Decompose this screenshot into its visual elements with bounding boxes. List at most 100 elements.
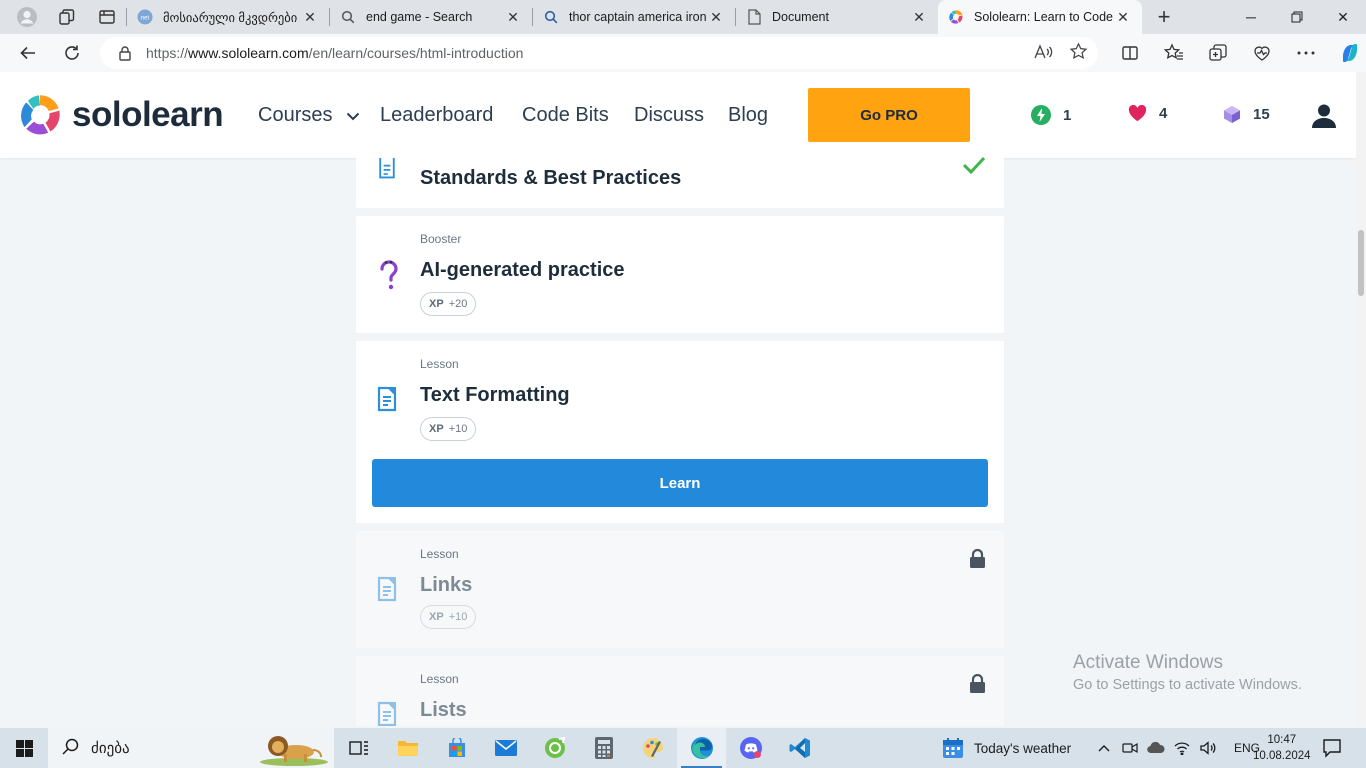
tab-thor-search[interactable]: thor captain america iron ✕ — [533, 0, 735, 34]
lesson-card-standards[interactable]: Standards & Best Practices — [356, 156, 1004, 208]
tab-title: Document — [772, 10, 829, 24]
logo-text: sololearn — [72, 95, 224, 134]
performance-icon[interactable] — [1240, 34, 1284, 72]
workspaces-icon[interactable] — [48, 0, 86, 34]
streak-counter[interactable]: 1 — [1031, 105, 1071, 125]
bits-cube-icon — [1223, 105, 1241, 124]
bits-counter[interactable]: 15 — [1223, 105, 1270, 124]
chevron-up-icon[interactable] — [1094, 744, 1114, 752]
lesson-card-lists[interactable]: Lesson Lists — [356, 656, 1004, 726]
more-menu-icon[interactable] — [1284, 34, 1328, 72]
sololearn-logo[interactable]: sololearn — [18, 93, 224, 137]
nav-leaderboard[interactable]: Leaderboard — [380, 104, 493, 127]
favorites-icon[interactable] — [1152, 34, 1196, 72]
lesson-card-ai-practice[interactable]: Booster AI-generated practice XP +20 — [356, 216, 1004, 333]
volume-icon[interactable] — [1198, 741, 1218, 755]
edge-browser-icon[interactable] — [677, 728, 726, 768]
tab-walking-dead[interactable]: net მოსიარული მკვდრები ✕ — [127, 0, 329, 34]
tab-actions-icon[interactable] — [88, 0, 126, 34]
tab-close-icon[interactable]: ✕ — [910, 9, 928, 26]
url-path: /en/learn/courses/html-introduction — [308, 45, 524, 61]
lesson-title: Lists — [420, 699, 467, 721]
tab-sololearn[interactable]: Sololearn: Learn to Code ✕ — [938, 0, 1142, 34]
tab-title: end game - Search — [366, 10, 473, 24]
tab-close-icon[interactable]: ✕ — [301, 9, 319, 26]
copilot-icon[interactable] — [1328, 34, 1366, 72]
microsoft-store-icon[interactable] — [432, 728, 481, 768]
lock-icon — [969, 548, 986, 573]
notifications-icon[interactable] — [1322, 738, 1342, 763]
address-bar-row: https://www.sololearn.com/en/learn/cours… — [0, 34, 1366, 72]
split-screen-icon[interactable] — [1108, 34, 1152, 72]
lesson-kind: Lesson — [420, 357, 459, 371]
activate-windows-watermark: Activate Windows Go to Settings to activ… — [1073, 652, 1302, 693]
tab-end-game-search[interactable]: end game - Search ✕ — [330, 0, 532, 34]
refresh-icon[interactable] — [50, 34, 94, 72]
meet-now-icon[interactable] — [1120, 741, 1140, 755]
url-prefix: https:// — [146, 45, 189, 61]
calculator-icon[interactable] — [579, 728, 628, 768]
back-icon[interactable] — [6, 34, 50, 72]
xp-label: XP — [429, 611, 444, 623]
nav-blog[interactable]: Blog — [728, 104, 768, 127]
sololearn-favicon-icon — [948, 9, 964, 25]
tab-close-icon[interactable]: ✕ — [504, 9, 522, 26]
chevron-down-icon — [346, 104, 360, 127]
minimize-icon[interactable]: ─ — [1228, 0, 1274, 34]
vscode-icon[interactable] — [775, 728, 824, 768]
close-window-icon[interactable]: ✕ — [1320, 0, 1366, 34]
lesson-title: Text Formatting — [420, 384, 570, 406]
mail-icon[interactable] — [481, 728, 530, 768]
xp-badge: XP +20 — [420, 292, 477, 316]
user-avatar-icon[interactable] — [1310, 103, 1338, 134]
taskbar-search-box[interactable]: ძიება — [48, 728, 334, 768]
new-tab-icon[interactable]: + — [1142, 0, 1186, 34]
bits-count: 15 — [1253, 106, 1270, 123]
search-icon — [62, 738, 79, 759]
completed-check-icon — [962, 156, 986, 179]
nav-discuss[interactable]: Discuss — [634, 104, 704, 127]
url-field[interactable]: https://www.sololearn.com/en/learn/cours… — [100, 37, 1098, 69]
scrollbar-thumb[interactable] — [1358, 230, 1364, 296]
windows-start-icon[interactable] — [0, 728, 48, 768]
favorite-star-icon[interactable] — [1069, 42, 1088, 64]
hearts-counter[interactable]: 4 — [1128, 105, 1167, 122]
collections-icon[interactable] — [1196, 34, 1240, 72]
onedrive-cloud-icon[interactable] — [1146, 742, 1166, 754]
file-explorer-icon[interactable] — [383, 728, 432, 768]
page-scrollbar[interactable] — [1356, 72, 1366, 726]
wifi-icon[interactable] — [1172, 741, 1192, 755]
paint-icon[interactable] — [628, 728, 677, 768]
weather-widget[interactable]: Today's weather — [942, 728, 1071, 768]
clock-time: 10:47 — [1267, 734, 1297, 746]
discord-app-icon[interactable] — [726, 728, 775, 768]
lesson-document-icon — [376, 576, 398, 607]
nav-courses-label: Courses — [258, 104, 333, 126]
learn-button[interactable]: Learn — [372, 459, 988, 507]
tab-title: Sololearn: Learn to Code — [974, 10, 1113, 24]
streak-count: 1 — [1063, 106, 1072, 124]
tab-title: thor captain america iron — [569, 10, 707, 24]
profile-icon[interactable] — [8, 0, 46, 34]
tab-close-icon[interactable]: ✕ — [1114, 9, 1132, 26]
task-view-icon[interactable] — [334, 728, 383, 768]
restore-icon[interactable] — [1274, 0, 1320, 34]
go-pro-button[interactable]: Go PRO — [808, 88, 970, 142]
weather-label: Today's weather — [974, 740, 1072, 756]
search-placeholder: ძიება — [91, 740, 130, 757]
read-aloud-icon[interactable] — [1033, 43, 1053, 64]
clock[interactable]: 10:47 10.08.2024 — [1253, 732, 1311, 764]
lesson-title: Standards & Best Practices — [420, 167, 682, 189]
lesson-card-links[interactable]: Lesson Links XP +10 — [356, 531, 1004, 648]
clock-date: 10.08.2024 — [1253, 750, 1311, 762]
lock-icon[interactable] — [118, 45, 132, 61]
xp-badge: XP +10 — [420, 417, 477, 441]
nav-courses[interactable]: Courses — [258, 104, 360, 127]
windows-taskbar: ძიება Today's weather ENG 10:47 10.08.20… — [0, 728, 1366, 768]
web-favicon-icon: net — [137, 9, 153, 25]
green-app-icon[interactable] — [530, 728, 579, 768]
nav-code-bits[interactable]: Code Bits — [522, 104, 609, 127]
tab-document[interactable]: Document ✕ — [736, 0, 938, 34]
lesson-title: Links — [420, 574, 473, 596]
tab-close-icon[interactable]: ✕ — [707, 9, 725, 26]
